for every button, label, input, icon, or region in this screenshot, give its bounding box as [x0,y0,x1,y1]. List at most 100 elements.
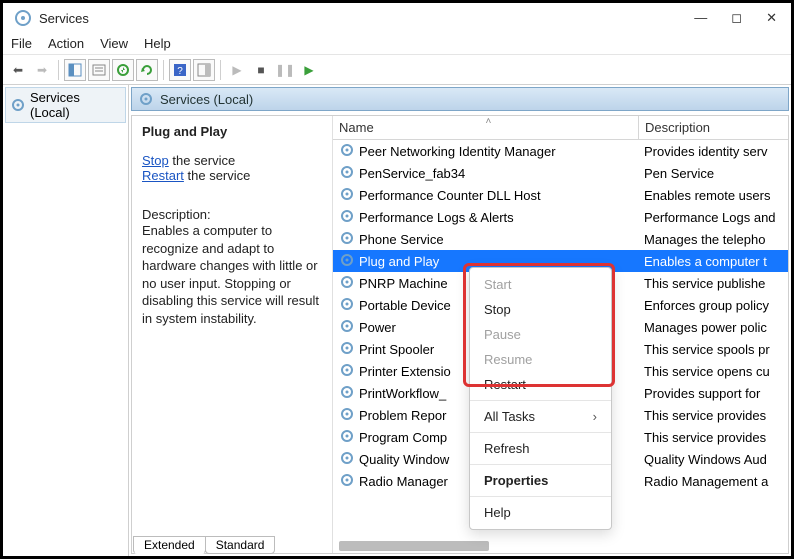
context-properties[interactable]: Properties [470,468,611,493]
gear-icon [339,164,355,183]
export-list-button[interactable] [112,59,134,81]
service-name: Print Spooler [359,342,434,357]
start-service-button[interactable]: ▶ [226,59,248,81]
service-name: PNRP Machine [359,276,448,291]
content: Services (Local) Services (Local) Plug a… [3,85,791,556]
gear-icon [339,472,355,491]
gear-icon [339,208,355,227]
table-row[interactable]: PenService_fab34Pen Service [333,162,788,184]
cell-description: Performance Logs and [638,210,788,225]
context-refresh[interactable]: Refresh [470,436,611,461]
restart-service-line: Restart the service [142,168,322,183]
titlebar: Services — ◻ ✕ [3,3,791,33]
tree-node-label: Services (Local) [30,90,121,120]
menu-help[interactable]: Help [144,36,171,51]
help-button[interactable]: ? [169,59,191,81]
gear-icon [339,186,355,205]
cell-description: Quality Windows Aud [638,452,788,467]
cell-description: Manages power polic [638,320,788,335]
cell-name: Performance Counter DLL Host [333,186,638,205]
tree-node-services-local[interactable]: Services (Local) [5,87,126,123]
gear-icon [339,252,355,271]
context-help[interactable]: Help [470,500,611,525]
stop-service-button[interactable]: ■ [250,59,272,81]
minimize-button[interactable]: — [694,10,707,26]
menubar: File Action View Help [3,33,791,55]
menu-action[interactable]: Action [48,36,84,51]
cell-description: Provides support for [638,386,788,401]
table-row[interactable]: Phone Service Manages the telepho [333,228,788,250]
tab-extended[interactable]: Extended [133,536,206,554]
service-name: Performance Logs & Alerts [359,210,514,225]
refresh-button[interactable] [136,59,158,81]
gear-icon [339,230,355,249]
service-name: Portable Device [359,298,451,313]
gear-icon [339,428,355,447]
toolbar: ⬅ ➡ ? ▶ ■ ❚❚ ▶ [3,55,791,85]
service-name: PrintWorkflow_ [359,386,446,401]
cell-description: Pen Service [638,166,788,181]
gear-icon [339,274,355,293]
service-name: Peer Networking Identity Manager [359,144,556,159]
table-row[interactable]: Performance Logs & Alerts Performance Log… [333,206,788,228]
restart-service-button[interactable]: ▶ [298,59,320,81]
context-restart[interactable]: Restart [470,372,611,397]
context-stop[interactable]: Stop [470,297,611,322]
service-name: Printer Extensio [359,364,451,379]
window-controls: — ◻ ✕ [694,10,787,26]
table-row[interactable]: Performance Counter DLL Host Enables remo… [333,184,788,206]
properties-button[interactable] [88,59,110,81]
detail-panel: Plug and Play Stop the service Restart t… [132,116,332,553]
close-button[interactable]: ✕ [766,10,777,26]
gear-icon [339,362,355,381]
selected-service-name: Plug and Play [142,124,322,139]
cell-description: Enables remote users [638,188,788,203]
stop-service-line: Stop the service [142,153,322,168]
tab-standard[interactable]: Standard [205,536,276,554]
description-text: Enables a computer to recognize and adap… [142,222,322,327]
service-name: Program Comp [359,430,447,445]
context-start: Start [470,272,611,297]
stop-service-link[interactable]: Stop [142,153,169,168]
pause-service-button[interactable]: ❚❚ [274,59,296,81]
show-hide-tree-button[interactable] [64,59,86,81]
cell-description: This service provides [638,430,788,445]
scrollbar-thumb[interactable] [339,541,489,551]
context-all-tasks[interactable]: All Tasks [470,404,611,429]
cell-description: Enables a computer t [638,254,788,269]
cell-name: PenService_fab34 [333,164,638,183]
view-tabs: Extended Standard [133,536,274,554]
gear-icon [339,340,355,359]
pane-header-title: Services (Local) [160,92,253,107]
gear-icon [339,406,355,425]
svg-text:?: ? [177,66,183,77]
forward-button[interactable]: ➡ [31,59,53,81]
cell-description: Enforces group policy [638,298,788,313]
action-pane-button[interactable] [193,59,215,81]
service-name: Phone Service [359,232,444,247]
service-name: Problem Repor [359,408,446,423]
gear-icon [339,296,355,315]
column-name[interactable]: Name˄ [333,116,638,139]
table-row[interactable]: Peer Networking Identity Manager Provides… [333,140,788,162]
pane-body: Plug and Play Stop the service Restart t… [131,115,789,554]
cell-description: Radio Management a [638,474,788,489]
back-button[interactable]: ⬅ [7,59,29,81]
menu-view[interactable]: View [100,36,128,51]
gear-icon [339,450,355,469]
console-tree: Services (Local) [3,85,129,556]
service-name: Performance Counter DLL Host [359,188,541,203]
right-pane: Services (Local) Plug and Play Stop the … [129,85,791,556]
sort-asc-icon: ˄ [486,116,492,127]
restart-service-link[interactable]: Restart [142,168,184,183]
cell-description: Provides identity serv [638,144,788,159]
column-description[interactable]: Description [638,116,788,139]
menu-file[interactable]: File [11,36,32,51]
service-name: Power [359,320,396,335]
cell-description: Manages the telepho [638,232,788,247]
horizontal-scrollbar[interactable] [339,539,788,553]
service-name: Radio Manager [359,474,448,489]
cell-name: Peer Networking Identity Manager [333,142,638,161]
context-resume: Resume [470,347,611,372]
maximize-button[interactable]: ◻ [731,10,742,26]
